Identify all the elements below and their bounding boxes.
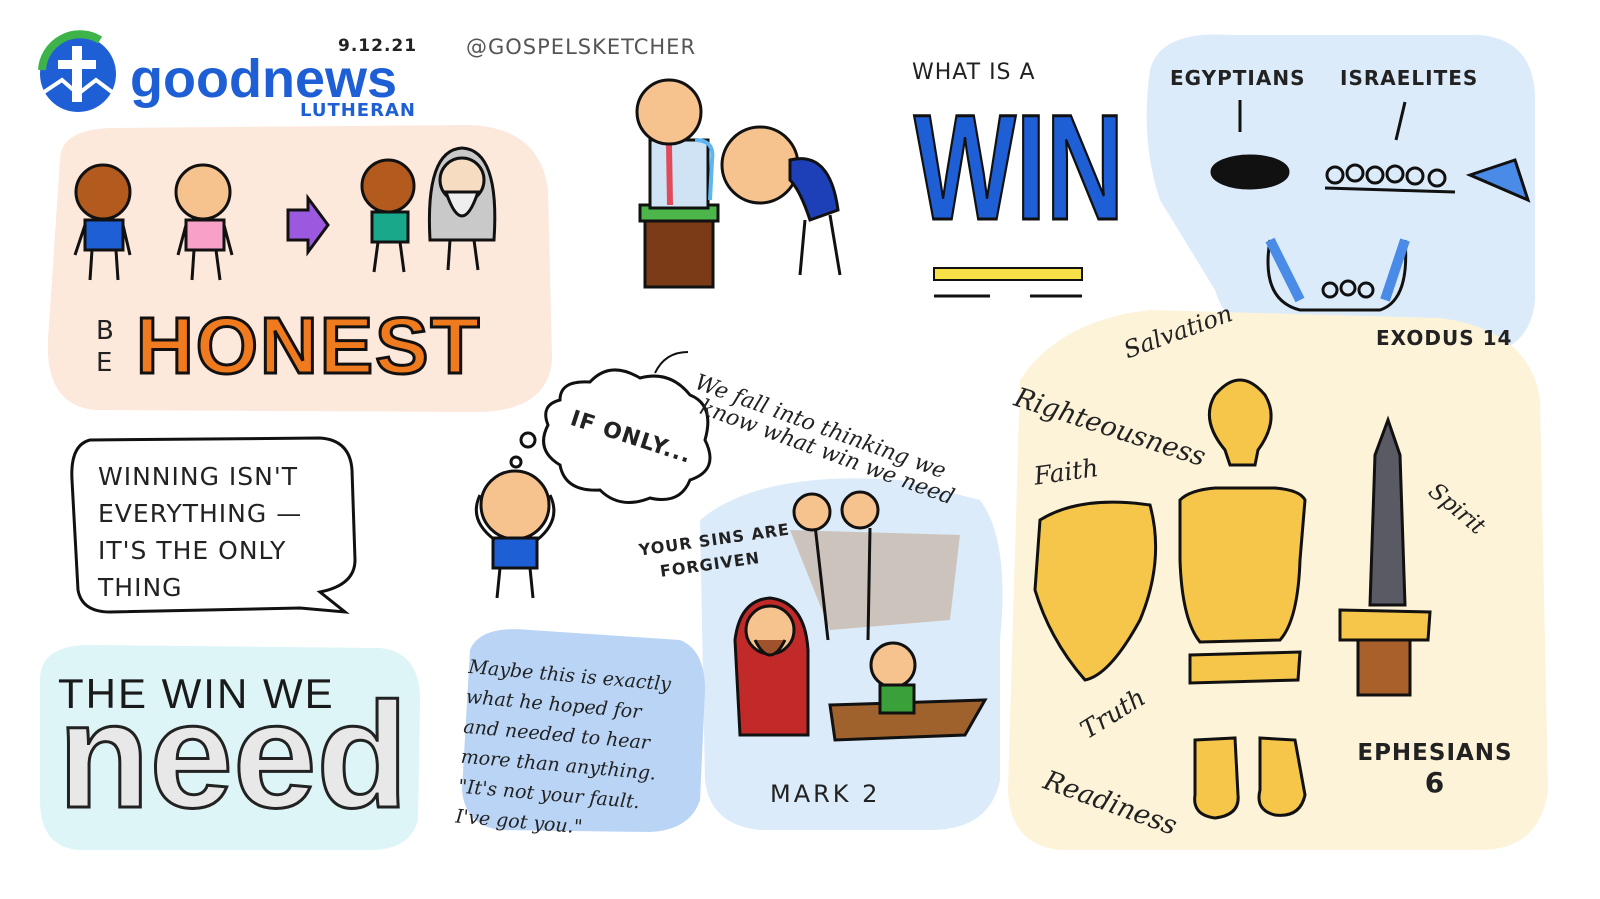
exodus-reference: EXODUS 14 (1376, 326, 1513, 350)
preacher-illustration (635, 78, 842, 289)
date-label: 9.12.21 (338, 36, 418, 56)
ephesians-line: EPHESIANS (1357, 740, 1513, 766)
worried-person-illustration (474, 469, 556, 599)
logo-cross-icon (38, 30, 116, 112)
mark-reference: MARK 2 (770, 780, 881, 808)
ephesians-reference: EPHESIANS 6 (1355, 740, 1515, 799)
quote-line: IT'S THE ONLY (98, 536, 287, 565)
quote-text: WINNING ISN'T EVERYTHING — IT'S THE ONLY… (98, 458, 302, 606)
win-underline (933, 267, 1083, 281)
quote-line: THING (98, 573, 183, 602)
quote-line: WINNING ISN'T (98, 462, 298, 491)
logo-subtitle: LUTHERAN (300, 100, 416, 121)
be-label: BE (96, 316, 115, 378)
logo-word-good: good (130, 49, 262, 109)
israelites-label: ISRAELITES (1340, 66, 1479, 90)
quote-line: EVERYTHING — (98, 499, 303, 528)
maybe-note: Maybe this is exactly what he hoped for … (454, 652, 672, 849)
egyptians-label: EGYPTIANS (1170, 66, 1306, 90)
need-heading: need (56, 671, 409, 839)
author-handle[interactable]: @GOSPELSKETCHER (466, 35, 696, 59)
ephesians-line: 6 (1424, 766, 1446, 799)
win-heading: WIN (913, 82, 1125, 253)
honest-heading: HONEST (134, 300, 482, 392)
